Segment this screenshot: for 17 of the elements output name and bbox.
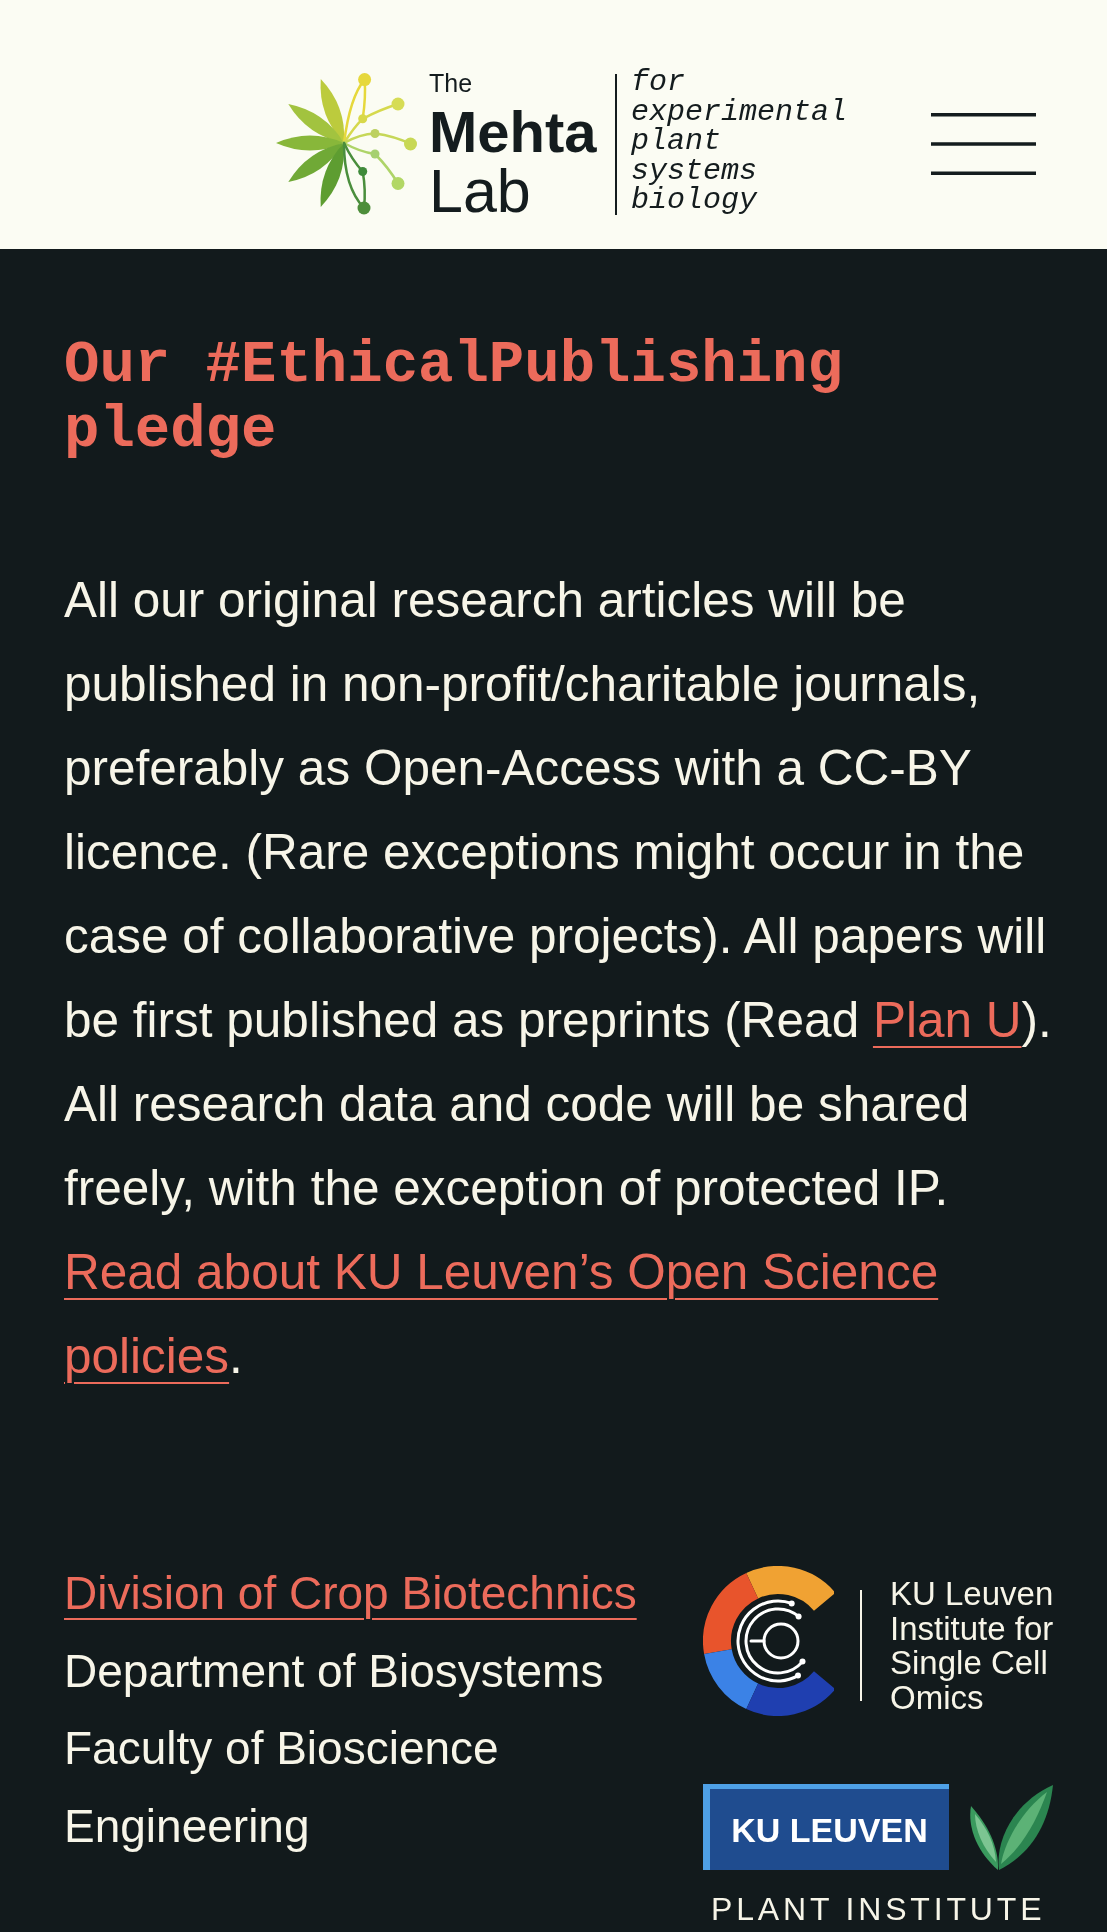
logo-subtitle: PLANT INSTITUTE: [711, 1892, 1046, 1926]
affiliation-text: Department of Biosystems: [64, 1643, 604, 1699]
logo-text: Lab: [429, 163, 531, 219]
flower-logo-icon: [274, 72, 417, 215]
menu-button[interactable]: [931, 113, 1036, 175]
institute-name: KU Leuven Institute for Single Cell Omics: [890, 1577, 1055, 1715]
logo-tagline: for experimental plant systems biology: [631, 68, 849, 216]
text-link[interactable]: Plan U: [872, 978, 1022, 1062]
section-heading: Our #EthicalPublishing pledge: [64, 333, 844, 463]
pledge-paragraph: All our original research articles will be published in non-profit/charitable journals, preferably as Open-Access with a CC-BY licence. (Rare exceptions might occur in the case of collaborative projects). All papers will be first published as preprints (Read Plan U). All research data and code will be shared freely, with the exception of protected IP. Read about KU Leuven’s Open Science policies.: [64, 558, 1064, 1398]
ring-logo-icon: [703, 1566, 834, 1716]
logo-text: Mehta: [429, 106, 597, 158]
affiliation-text: Faculty of Bioscience Engineering: [64, 1721, 500, 1854]
logo-text: The: [429, 70, 473, 96]
logo-wordmark: KU LEUVEN: [703, 1784, 949, 1870]
menu-icon: [931, 113, 1036, 175]
division-link[interactable]: Division of Crop Biotechnics: [64, 1555, 637, 1633]
